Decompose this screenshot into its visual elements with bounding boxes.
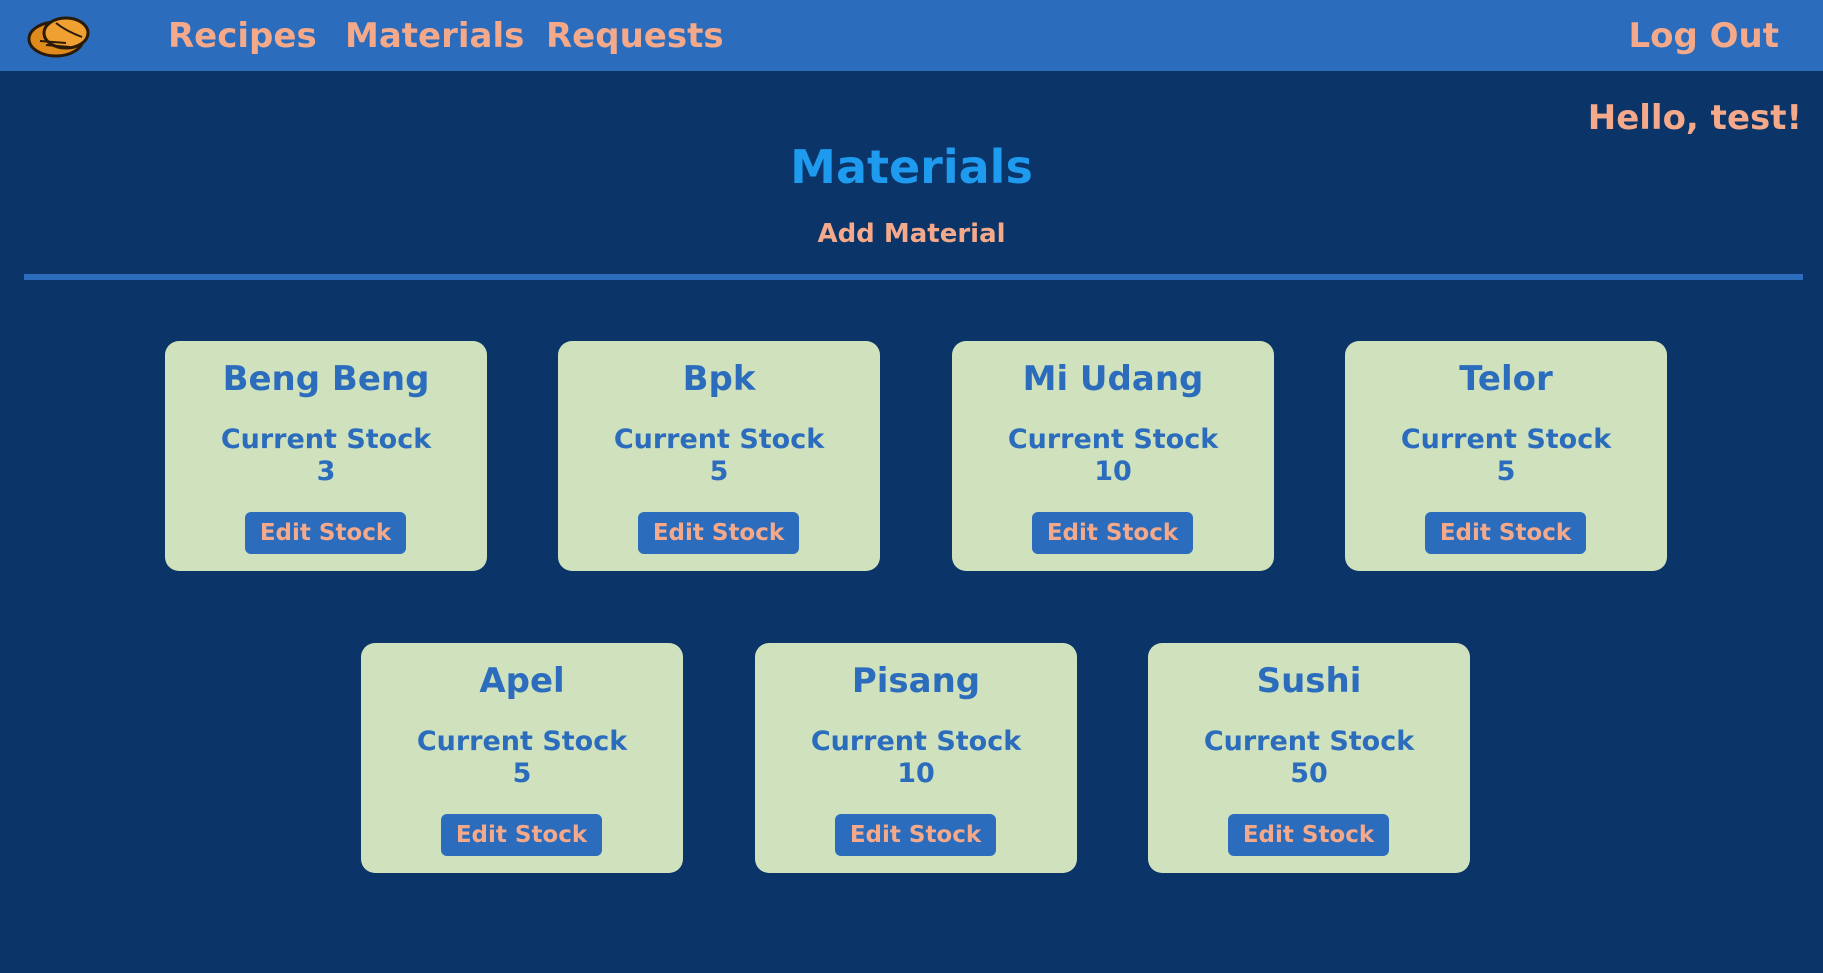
stock-label: Current Stock (1007, 424, 1219, 455)
logout-link[interactable]: Log Out (1628, 14, 1779, 58)
navbar: Recipes Materials Requests Log Out (0, 0, 1823, 71)
material-card: Sushi Current Stock 50 Edit Stock (1148, 643, 1470, 873)
material-name: Telor (1459, 359, 1553, 399)
material-card: Beng Beng Current Stock 3 Edit Stock (165, 341, 487, 571)
material-name: Beng Beng (222, 359, 430, 399)
nav-link-requests[interactable]: Requests (546, 14, 724, 58)
material-card: Telor Current Stock 5 Edit Stock (1345, 341, 1667, 571)
material-name: Apel (479, 661, 565, 701)
stock-value: 10 (1094, 456, 1132, 487)
edit-stock-button[interactable]: Edit Stock (245, 512, 406, 554)
add-material-link[interactable]: Add Material (817, 219, 1005, 249)
stock-value: 5 (709, 456, 729, 487)
stock-value: 10 (897, 758, 935, 789)
stock-value: 50 (1290, 758, 1328, 789)
nav-link-recipes[interactable]: Recipes (168, 14, 317, 58)
material-name: Pisang (851, 661, 981, 701)
stock-value: 3 (316, 456, 336, 487)
stock-label: Current Stock (220, 424, 432, 455)
edit-stock-button[interactable]: Edit Stock (441, 814, 602, 856)
add-material-row: Add Material (0, 216, 1823, 255)
edit-stock-button[interactable]: Edit Stock (1032, 512, 1193, 554)
stock-label: Current Stock (613, 424, 825, 455)
edit-stock-button[interactable]: Edit Stock (638, 512, 799, 554)
stock-label: Current Stock (1203, 726, 1415, 757)
material-name: Bpk (682, 359, 756, 399)
edit-stock-button[interactable]: Edit Stock (1425, 512, 1586, 554)
material-card: Bpk Current Stock 5 Edit Stock (558, 341, 880, 571)
bread-logo-icon[interactable] (26, 9, 94, 61)
stock-value: 5 (512, 758, 532, 789)
stock-value: 5 (1496, 456, 1516, 487)
material-card: Mi Udang Current Stock 10 Edit Stock (952, 341, 1274, 571)
stock-label: Current Stock (1400, 424, 1612, 455)
material-card: Apel Current Stock 5 Edit Stock (361, 643, 683, 873)
material-name: Sushi (1256, 661, 1362, 701)
edit-stock-button[interactable]: Edit Stock (835, 814, 996, 856)
stock-label: Current Stock (416, 726, 628, 757)
page-title: Materials (790, 140, 1033, 194)
material-card: Pisang Current Stock 10 Edit Stock (755, 643, 1077, 873)
user-greeting: Hello, test! (1587, 98, 1802, 138)
divider (24, 274, 1803, 280)
stock-label: Current Stock (810, 726, 1022, 757)
material-name: Mi Udang (1022, 359, 1204, 399)
nav-link-materials[interactable]: Materials (345, 14, 524, 58)
edit-stock-button[interactable]: Edit Stock (1228, 814, 1389, 856)
